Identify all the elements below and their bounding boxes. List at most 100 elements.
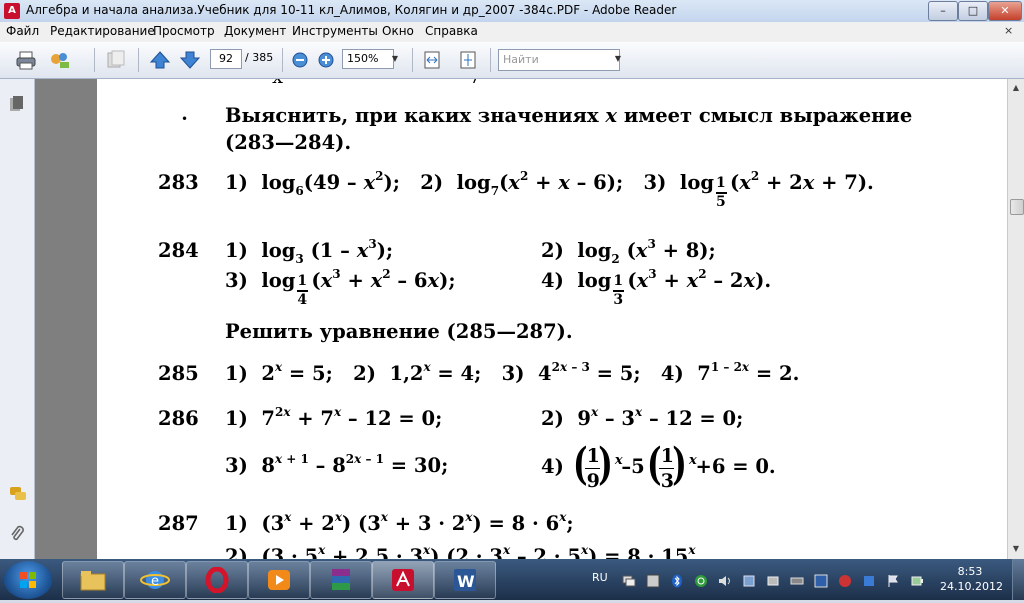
menu-file[interactable]: Файл <box>6 24 39 38</box>
scroll-up-icon[interactable]: ▲ <box>1010 81 1022 95</box>
tray-app-icon[interactable] <box>646 573 660 588</box>
solve-heading: Решить уравнение (285—287). <box>225 320 573 344</box>
window-title: Алгебра и начала анализа.Учебник для 10-… <box>26 3 677 17</box>
problem-285-number: 285 <box>158 362 199 385</box>
tray-icon-5[interactable] <box>814 573 828 588</box>
fit-page-icon[interactable] <box>456 49 480 71</box>
scroll-down-icon[interactable]: ▼ <box>1010 542 1022 556</box>
toolbar-separator <box>94 48 95 72</box>
page-total: / 385 <box>245 51 274 64</box>
toolbar-separator <box>282 48 283 72</box>
intro-text-2: имеет смысл выражение <box>623 104 913 127</box>
tray-icon-4[interactable] <box>790 573 804 587</box>
problem-286-4: 4) (1 9) x –5(1 3) x +6 = 0. <box>541 438 776 492</box>
next-page-icon[interactable] <box>178 49 202 71</box>
toolbar-separator <box>412 48 413 72</box>
pages-panel-icon[interactable] <box>9 95 25 113</box>
problem-286-1: 1) 72x + 7x – 12 = 0; <box>225 405 443 430</box>
media-player-icon <box>268 570 290 590</box>
intro-range: (283—284). <box>225 131 352 154</box>
action-center-flag-icon[interactable] <box>886 573 900 587</box>
problem-284-number: 284 <box>158 239 199 262</box>
sync-icon[interactable] <box>694 573 708 587</box>
svg-text:W: W <box>457 572 475 591</box>
problem-284-1: 1) log3 (1 – x3); <box>225 237 394 266</box>
close-button[interactable]: ✕ <box>988 1 1022 21</box>
clock[interactable]: 8:53 24.10.2012 <box>940 564 1003 594</box>
tray-network-icon[interactable] <box>622 573 636 587</box>
problem-287-2: 2) (3 · 5x + 2,5 · 3x) (2 · 3x – 2 · 5x)… <box>225 543 696 559</box>
intro-line: Выяснить, при каких значениях x имеет см… <box>225 104 912 128</box>
svg-text:e: e <box>151 574 159 589</box>
intro-variable: x <box>605 104 618 127</box>
zoom-out-icon[interactable] <box>288 49 312 71</box>
tray-icon-7[interactable] <box>862 573 876 587</box>
taskbar-media[interactable] <box>248 561 310 599</box>
page-number-input[interactable]: 92 <box>210 49 242 69</box>
navigation-panel <box>0 79 35 559</box>
problem-284-4: 4) log 1 3 (x3 + x2 – 2x). <box>541 267 772 308</box>
zoom-in-icon[interactable] <box>314 49 338 71</box>
internet-explorer-icon: e <box>140 571 170 589</box>
taskbar-adobe-reader[interactable] <box>372 561 434 599</box>
attachments-icon[interactable] <box>9 525 25 543</box>
problem-287-1: 1) (3x + 2x) (3x + 3 · 2x) = 8 · 6x; <box>225 510 574 535</box>
bullet-dot: • <box>181 112 189 126</box>
taskbar-opera[interactable] <box>186 561 248 599</box>
opera-icon <box>205 567 229 593</box>
menu-view[interactable]: Просмотр <box>153 24 215 38</box>
taskbar-word[interactable]: W <box>434 561 496 599</box>
search-dropdown-icon[interactable]: ▼ <box>612 49 624 69</box>
menu-edit[interactable]: Редактирование <box>50 24 155 38</box>
scroll-thumb[interactable] <box>1010 199 1024 215</box>
winrar-icon <box>332 569 350 590</box>
minimize-button[interactable]: – <box>928 1 958 21</box>
document-page: x 7 • Выяснить, при каких значениях x им… <box>97 79 1007 559</box>
problem-284-3: 3) log 1 4 (x3 + x2 – 6x); <box>225 267 456 308</box>
solve-heading-range: (285—287). <box>446 320 573 343</box>
toolbar-separator <box>490 48 491 72</box>
problem-284-2: 2) log2 (x3 + 8); <box>541 237 716 266</box>
tray-icon-2[interactable] <box>742 573 756 587</box>
taskbar-winrar[interactable] <box>310 561 372 599</box>
menu-tools[interactable]: Инструменты <box>292 24 378 38</box>
problem-285: 1) 2x = 5; 2) 1,2x = 4; 3) 42x – 3 = 5; … <box>225 360 800 385</box>
power-icon[interactable] <box>910 573 924 587</box>
adobe-reader-icon <box>392 569 414 591</box>
cut-off-line: x 7 <box>272 79 481 89</box>
pages-icon[interactable] <box>104 49 128 71</box>
bluetooth-icon[interactable] <box>670 573 684 588</box>
tray-icon-6[interactable] <box>838 573 852 587</box>
start-button[interactable] <box>4 561 52 599</box>
print-icon[interactable] <box>14 49 38 71</box>
problem-286-number: 286 <box>158 407 199 430</box>
problem-286-3: 3) 8x + 1 – 82x – 1 = 30; <box>225 452 449 477</box>
problem-286-2: 2) 9x – 3x – 12 = 0; <box>541 405 744 430</box>
zoom-dropdown-icon[interactable]: ▼ <box>389 49 401 69</box>
comments-icon[interactable] <box>9 485 26 503</box>
menu-window[interactable]: Окно <box>382 24 414 38</box>
zoom-input[interactable]: 150% <box>342 49 394 69</box>
menu-bar: Файл Редактирование Просмотр Документ Ин… <box>0 22 1024 42</box>
volume-icon[interactable] <box>718 573 732 587</box>
clock-date: 24.10.2012 <box>940 580 1003 593</box>
previous-page-icon[interactable] <box>148 49 172 71</box>
vertical-scrollbar[interactable]: ▲ ▼ <box>1007 79 1024 559</box>
taskbar-explorer[interactable] <box>62 561 124 599</box>
adobe-reader-icon: A <box>4 3 20 19</box>
menu-help[interactable]: Справка <box>425 24 478 38</box>
fit-width-icon[interactable] <box>420 49 444 71</box>
language-indicator[interactable]: RU <box>592 571 608 584</box>
word-icon: W <box>454 569 476 591</box>
show-desktop-button[interactable] <box>1012 559 1024 600</box>
search-input[interactable]: Найти <box>498 49 620 71</box>
maximize-button[interactable]: □ <box>958 1 988 21</box>
document-close-button[interactable]: × <box>1004 24 1013 37</box>
tray-icon-3[interactable] <box>766 573 780 587</box>
solve-heading-text: Решить уравнение <box>225 320 440 343</box>
taskbar-ie[interactable]: e <box>124 561 186 599</box>
share-icon[interactable] <box>48 49 72 71</box>
menu-document[interactable]: Документ <box>224 24 286 38</box>
toolbar-separator <box>138 48 139 72</box>
problem-283: 1) log6(49 – x2); 2) log7(x2 + x – 6); 3… <box>225 169 874 210</box>
